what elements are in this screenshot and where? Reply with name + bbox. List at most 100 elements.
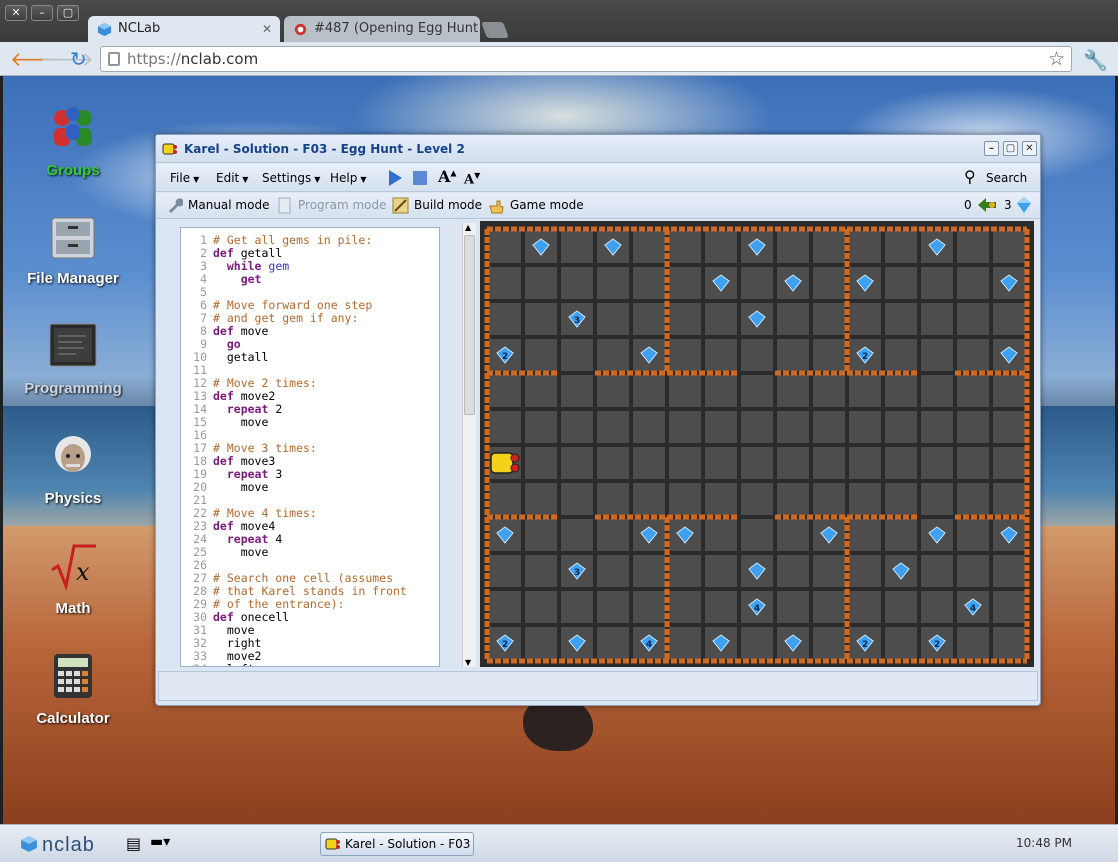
nclab-logo[interactable]: nclab <box>42 834 95 857</box>
reload-icon[interactable]: ↻ <box>70 48 87 70</box>
maze-cell <box>525 339 557 371</box>
menu-file[interactable]: File ▼ <box>170 171 199 185</box>
maze-cell <box>957 483 989 515</box>
splitter-handle[interactable] <box>446 227 449 667</box>
desktop-icon-physics[interactable]: Physics <box>13 432 133 507</box>
gem-count: 2 <box>502 352 508 362</box>
address-bar[interactable]: https://nclab.com ☆ <box>100 46 1072 72</box>
manual-mode-button[interactable]: Manual mode <box>166 198 270 213</box>
maze-cell <box>957 231 989 263</box>
hand-icon <box>489 200 504 214</box>
scroll-up-icon[interactable]: ▲ <box>465 223 471 232</box>
build-icon <box>392 197 409 214</box>
gem-count: 4 <box>970 604 976 614</box>
maze-cell <box>885 339 917 371</box>
maze-cell <box>777 231 809 263</box>
wrench-menu-icon[interactable]: 🔧 <box>1083 48 1108 72</box>
desktop-icon-groups[interactable]: Groups <box>13 104 133 179</box>
minimize-icon[interactable]: – <box>984 141 999 156</box>
maze-cell <box>597 447 629 479</box>
close-icon[interactable]: ✕ <box>1022 141 1037 156</box>
stop-icon[interactable] <box>412 170 428 186</box>
url-scheme: https:// <box>127 50 181 68</box>
maze-cell <box>561 483 593 515</box>
url-host: nclab.com <box>180 50 259 68</box>
font-larger-icon[interactable]: A▲ <box>438 167 457 186</box>
new-tab-button[interactable] <box>481 22 509 38</box>
code-text: left <box>213 663 255 667</box>
play-icon[interactable] <box>386 169 404 187</box>
desktop-icon-calculator[interactable]: Calculator <box>13 652 133 727</box>
maze-cell <box>633 375 665 407</box>
tab-close-icon[interactable]: ✕ <box>262 16 272 42</box>
taskbar-task-karel[interactable]: Karel - Solution - F03 - <box>320 832 474 856</box>
karel-modebar: Manual mode Program mode Build mode Game… <box>156 193 1040 219</box>
monitor-icon[interactable]: ▬▾ <box>150 834 170 850</box>
code-editor[interactable]: 1 # Get all gems in pile: 2 def getall 3 whi… <box>180 227 440 667</box>
maze-cell <box>489 591 521 623</box>
maze-cell <box>669 447 701 479</box>
desktop-icon-label: Physics <box>44 490 102 507</box>
maze-cell <box>993 375 1025 407</box>
maze-cell <box>885 483 917 515</box>
maze-cell <box>669 339 701 371</box>
maze-cell <box>525 483 557 515</box>
desktop-icon-math[interactable]: x Math <box>13 542 133 617</box>
karel-window-title: Karel - Solution - F03 - Egg Hunt - Leve… <box>184 142 465 156</box>
scroll-thumb[interactable] <box>464 235 475 415</box>
maze-cell <box>669 231 701 263</box>
maze-cell <box>849 519 881 551</box>
maze-cell <box>885 627 917 659</box>
karel-maze-board: 3 2 2 3 4 4 2 4 2 2 <box>480 221 1034 667</box>
search-icon[interactable]: ⚲ <box>964 167 976 186</box>
gem-count: 2 <box>862 352 868 362</box>
menu-edit[interactable]: Edit ▼ <box>216 171 248 185</box>
menu-settings[interactable]: Settings ▼ <box>262 171 320 185</box>
desktop-icon-programming[interactable]: Programming <box>13 322 133 397</box>
tab-label: NCLab <box>118 21 161 36</box>
gems-remaining-counter: 3 <box>1004 198 1012 212</box>
menu-help[interactable]: Help ▼ <box>330 171 367 185</box>
build-mode-button[interactable]: Build mode <box>392 197 482 214</box>
mode-label: Manual mode <box>188 198 270 212</box>
editor-scrollbar[interactable]: ▲ ▼ <box>462 223 476 667</box>
maze-cell <box>669 375 701 407</box>
maze-cell <box>957 303 989 335</box>
close-window-button[interactable]: ✕ <box>5 5 27 21</box>
document-icon <box>278 197 291 214</box>
maze-cell <box>993 231 1025 263</box>
search-button[interactable]: Search <box>986 171 1027 185</box>
maze-cell <box>525 627 557 659</box>
tab-github-issue[interactable]: #487 (Opening Egg Hunt ( <box>284 16 480 42</box>
minimize-window-button[interactable]: – <box>31 5 53 21</box>
maze-cell <box>957 447 989 479</box>
maze-cell <box>813 483 845 515</box>
code-text: get <box>240 272 262 286</box>
maze-cell <box>741 375 773 407</box>
bookmark-star-icon[interactable]: ☆ <box>1048 47 1065 71</box>
scroll-down-icon[interactable]: ▼ <box>465 658 471 667</box>
maze-cell <box>525 591 557 623</box>
maze-cell <box>561 267 593 299</box>
file-cabinet-icon[interactable]: ▤ <box>126 834 141 853</box>
maze-cell <box>705 555 737 587</box>
font-smaller-icon[interactable]: A▼ <box>464 170 480 187</box>
groups-icon <box>54 107 92 146</box>
maze-cell <box>957 627 989 659</box>
maximize-icon[interactable]: ▢ <box>1003 141 1018 156</box>
tab-nclab[interactable]: NCLab ✕ <box>88 16 280 42</box>
maze-cell <box>885 591 917 623</box>
maze-cell <box>561 519 593 551</box>
maze-cell <box>597 591 629 623</box>
maze-cell <box>957 339 989 371</box>
maximize-window-button[interactable]: ▢ <box>57 5 79 21</box>
maze-cell <box>633 591 665 623</box>
game-mode-button[interactable]: Game mode <box>488 198 584 214</box>
menu-label: Settings <box>262 171 312 185</box>
karel-window-titlebar[interactable]: Karel - Solution - F03 - Egg Hunt - Leve… <box>156 135 1040 163</box>
monitor-icon <box>49 323 97 367</box>
clock: 10:48 PM <box>1016 836 1072 850</box>
maze-cell <box>741 447 773 479</box>
maze-cell <box>885 411 917 443</box>
desktop-icon-file-manager[interactable]: File Manager <box>13 212 133 287</box>
